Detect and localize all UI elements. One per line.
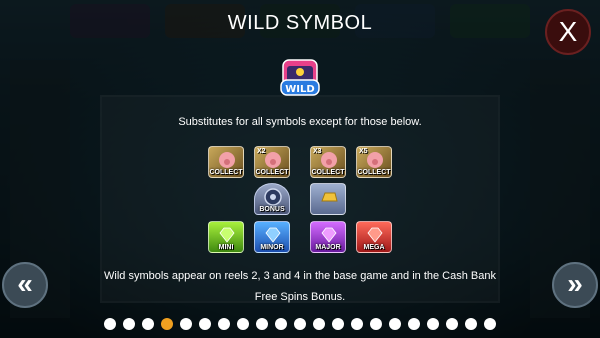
pagination-dot[interactable] (465, 318, 477, 330)
gem-icon (367, 227, 383, 243)
vault-icon (264, 188, 282, 206)
page-title: WILD SYMBOL (227, 12, 373, 34)
major-jackpot-symbol: MAJOR (310, 221, 346, 253)
wild-description: Substitutes for all symbols except for t… (178, 116, 422, 128)
pig-face-icon (321, 152, 337, 168)
pagination-dot[interactable] (199, 318, 211, 330)
collect-symbol: COLLECT (208, 146, 244, 178)
multiplier-label: X3 (313, 148, 322, 155)
multiplier-label: X2 (257, 148, 266, 155)
collect-x2-symbol: X2 COLLECT (254, 146, 290, 178)
symbol-label: COLLECT (255, 169, 289, 176)
pig-face-icon (265, 152, 281, 168)
wild-symbol-logo: WILD (280, 59, 320, 96)
pagination-dot[interactable] (484, 318, 496, 330)
mini-jackpot-symbol: MINI (208, 221, 244, 253)
pig-face-icon (219, 152, 235, 168)
collect-x3-symbol: X3 COLLECT (310, 146, 346, 178)
pagination-dot[interactable] (294, 318, 306, 330)
symbol-label: MAJOR (315, 244, 341, 251)
pagination-dot[interactable] (123, 318, 135, 330)
pagination-dot[interactable] (351, 318, 363, 330)
pagination-dot[interactable] (313, 318, 325, 330)
symbol-label: COLLECT (209, 169, 243, 176)
close-button[interactable]: X (545, 9, 591, 55)
bonus-symbol: BONUS (254, 183, 290, 215)
pagination-dot[interactable] (104, 318, 116, 330)
wild-logo-text: WILD (285, 84, 314, 95)
gold-bar-symbol (310, 183, 346, 215)
symbol-label: COLLECT (311, 169, 345, 176)
gem-icon (265, 227, 281, 243)
mega-jackpot-symbol: MEGA (356, 221, 392, 253)
gold-bar-icon (321, 192, 338, 202)
pagination-dot[interactable] (180, 318, 192, 330)
pagination-dot[interactable] (275, 318, 287, 330)
gem-icon (321, 227, 337, 243)
previous-page-button[interactable]: « (2, 262, 48, 308)
pagination-dot[interactable] (408, 318, 420, 330)
pagination-dot[interactable] (237, 318, 249, 330)
pagination-dot[interactable] (370, 318, 382, 330)
pig-face-icon (367, 152, 383, 168)
symbol-label: MINI (218, 244, 234, 251)
pagination-dot[interactable] (427, 318, 439, 330)
wild-rules-text: Wild symbols appear on reels 2, 3 and 4 … (104, 270, 496, 303)
pagination-dot[interactable] (218, 318, 230, 330)
symbol-label: COLLECT (357, 169, 391, 176)
pagination-dot-active[interactable] (161, 318, 173, 330)
minor-jackpot-symbol: MINOR (254, 221, 290, 253)
pagination-dots (0, 318, 600, 330)
multiplier-label: X5 (359, 148, 368, 155)
gem-icon (219, 227, 235, 243)
collect-x5-symbol: X5 COLLECT (356, 146, 392, 178)
symbol-label: MEGA (363, 244, 385, 251)
next-page-button[interactable]: » (552, 262, 598, 308)
pagination-dot[interactable] (332, 318, 344, 330)
symbol-label: MINOR (260, 244, 284, 251)
pagination-dot[interactable] (256, 318, 268, 330)
pagination-dot[interactable] (446, 318, 458, 330)
pagination-dot[interactable] (142, 318, 154, 330)
pagination-dot[interactable] (389, 318, 401, 330)
symbol-label: BONUS (259, 206, 285, 213)
